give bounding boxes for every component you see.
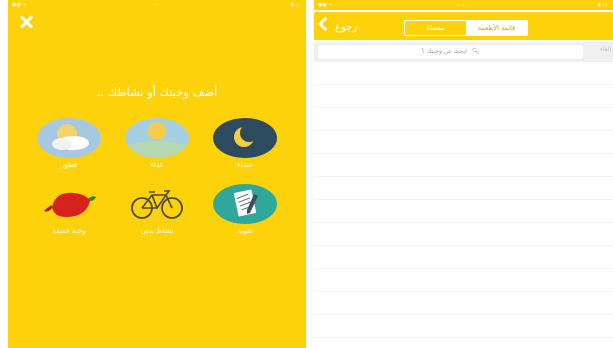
list-item[interactable] xyxy=(314,246,613,269)
meal-breakfast-button[interactable]: فطور xyxy=(24,117,114,169)
activity-physical-label: نشاط بدني xyxy=(140,227,174,235)
list-item[interactable] xyxy=(314,131,613,154)
list-item[interactable] xyxy=(314,200,613,223)
search-icon: 🔍︎ xyxy=(471,48,480,55)
segmented-control: مفضلة قائمة الأطعمة xyxy=(404,20,528,36)
food-list xyxy=(314,62,613,338)
food-list-screen: ●● ᯤ · ·:· · ▮ ▭ رجوع مفضلة قائمة الأطعم… xyxy=(314,0,613,348)
notes-label: شوية xyxy=(237,227,253,235)
list-item[interactable] xyxy=(314,177,613,200)
list-item[interactable] xyxy=(314,62,613,85)
activity-physical-button[interactable]: نشاط بدني xyxy=(112,183,202,235)
status-bar: ●● ᯤ · ·:· · ▮ ▭ xyxy=(8,0,306,10)
back-label: رجوع xyxy=(335,22,358,33)
status-bar: ●● ᯤ · ·:· · ▮ ▭ xyxy=(314,0,613,10)
sun-icon xyxy=(125,118,189,158)
meal-lunch-label: غداء xyxy=(150,161,164,169)
notepad-icon xyxy=(213,184,277,224)
list-item[interactable] xyxy=(314,315,613,338)
battery-icon: ▮ ▭ xyxy=(597,2,607,8)
moon-icon xyxy=(213,118,277,158)
battery-icon: ▮ ▭ xyxy=(290,2,300,8)
status-time: · ·:· · xyxy=(151,2,163,8)
search-placeholder: ابحث عن وجبتك ؟ xyxy=(421,48,467,55)
close-icon[interactable] xyxy=(18,14,34,30)
list-item[interactable] xyxy=(314,292,613,315)
add-prompt: أضف وجبتك أو نشاطك .. xyxy=(96,85,218,99)
list-item[interactable] xyxy=(314,223,613,246)
meal-dinner-label: عشاء xyxy=(237,161,253,169)
pepper-icon xyxy=(44,192,96,217)
cancel-button[interactable]: إلغاء xyxy=(600,46,611,53)
list-item[interactable] xyxy=(314,108,613,131)
tab-food-list[interactable]: قائمة الأطعمة xyxy=(466,21,527,35)
search-bar: ابحث عن وجبتك ؟ 🔍︎ إلغاء xyxy=(314,42,613,62)
meal-snack-label: وجبة خفيفة xyxy=(52,227,86,235)
list-item[interactable] xyxy=(314,154,613,177)
meal-snack-button[interactable]: وجبة خفيفة xyxy=(24,183,114,235)
meal-dinner-button[interactable]: عشاء xyxy=(200,117,290,169)
back-button[interactable]: رجوع xyxy=(317,16,358,33)
cloud-sun-icon xyxy=(37,118,101,158)
nav-bar: رجوع مفضلة قائمة الأطعمة xyxy=(314,12,613,40)
bicycle-icon xyxy=(131,190,183,219)
notes-button[interactable]: شوية xyxy=(200,183,290,235)
list-item[interactable] xyxy=(314,269,613,292)
list-item[interactable] xyxy=(314,85,613,108)
add-entry-screen: ●● ᯤ · ·:· · ▮ ▭ أضف وجبتك أو نشاطك .. ف… xyxy=(8,0,306,348)
search-input[interactable]: ابحث عن وجبتك ؟ 🔍︎ xyxy=(318,45,583,59)
chevron-left-icon xyxy=(317,16,333,32)
status-time: · ·:· · xyxy=(457,2,470,8)
meal-breakfast-label: فطور xyxy=(60,161,78,169)
meal-lunch-button[interactable]: غداء xyxy=(112,117,202,169)
tab-favorites[interactable]: مفضلة xyxy=(405,21,466,35)
